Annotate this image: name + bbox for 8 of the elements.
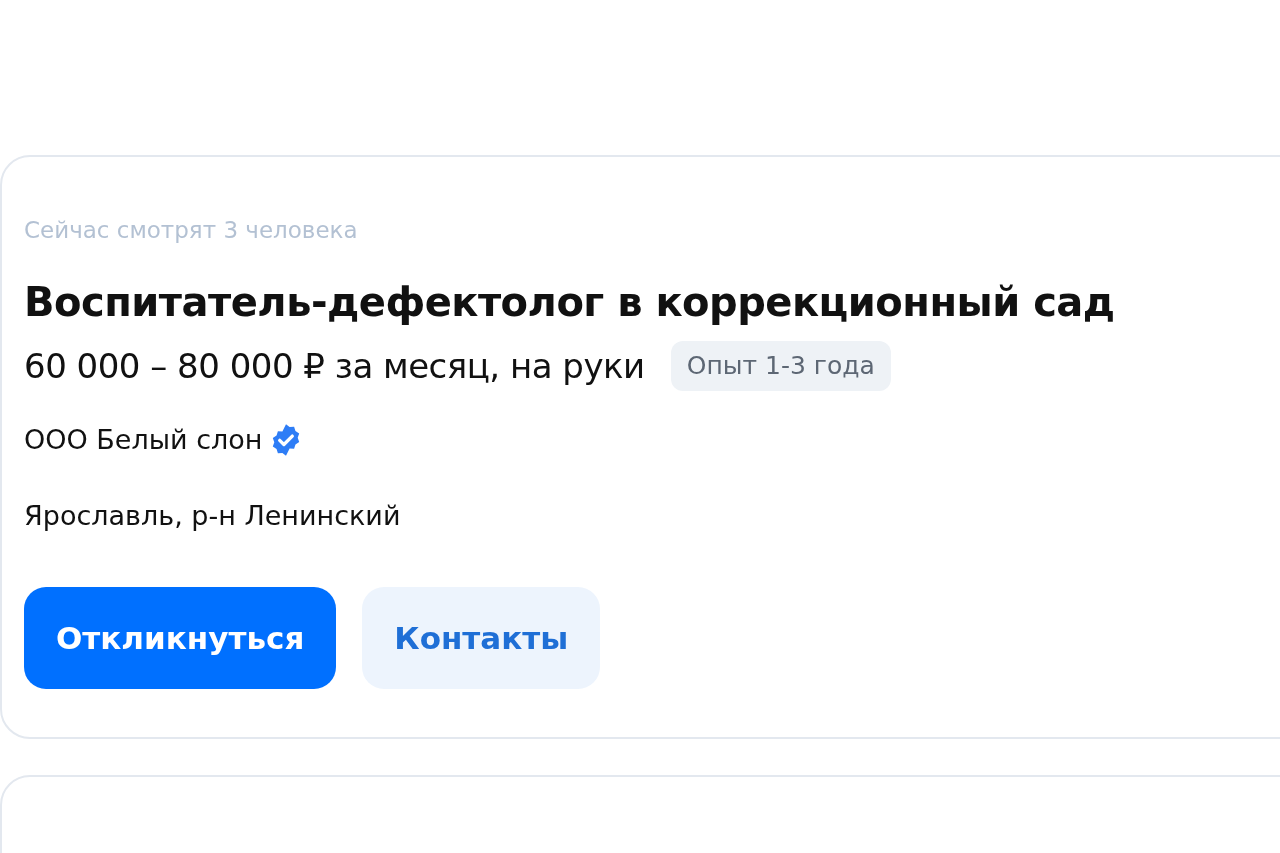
company-name[interactable]: ООО Белый слон [24,421,263,459]
experience-tag: Опыт 1-3 года [670,341,891,391]
salary: 60 000 – 80 000 ₽ за месяц, на руки [24,345,645,388]
respond-button[interactable]: Откликнуться [24,587,337,689]
contacts-button[interactable]: Контакты [362,587,601,689]
location: Ярославль, р-н Ленинский [24,499,402,533]
vacancy-title[interactable]: Воспитатель-дефектолог в коррекционный сад [24,277,1280,327]
viewers-count: Сейчас смотрят 3 человека [24,216,359,245]
